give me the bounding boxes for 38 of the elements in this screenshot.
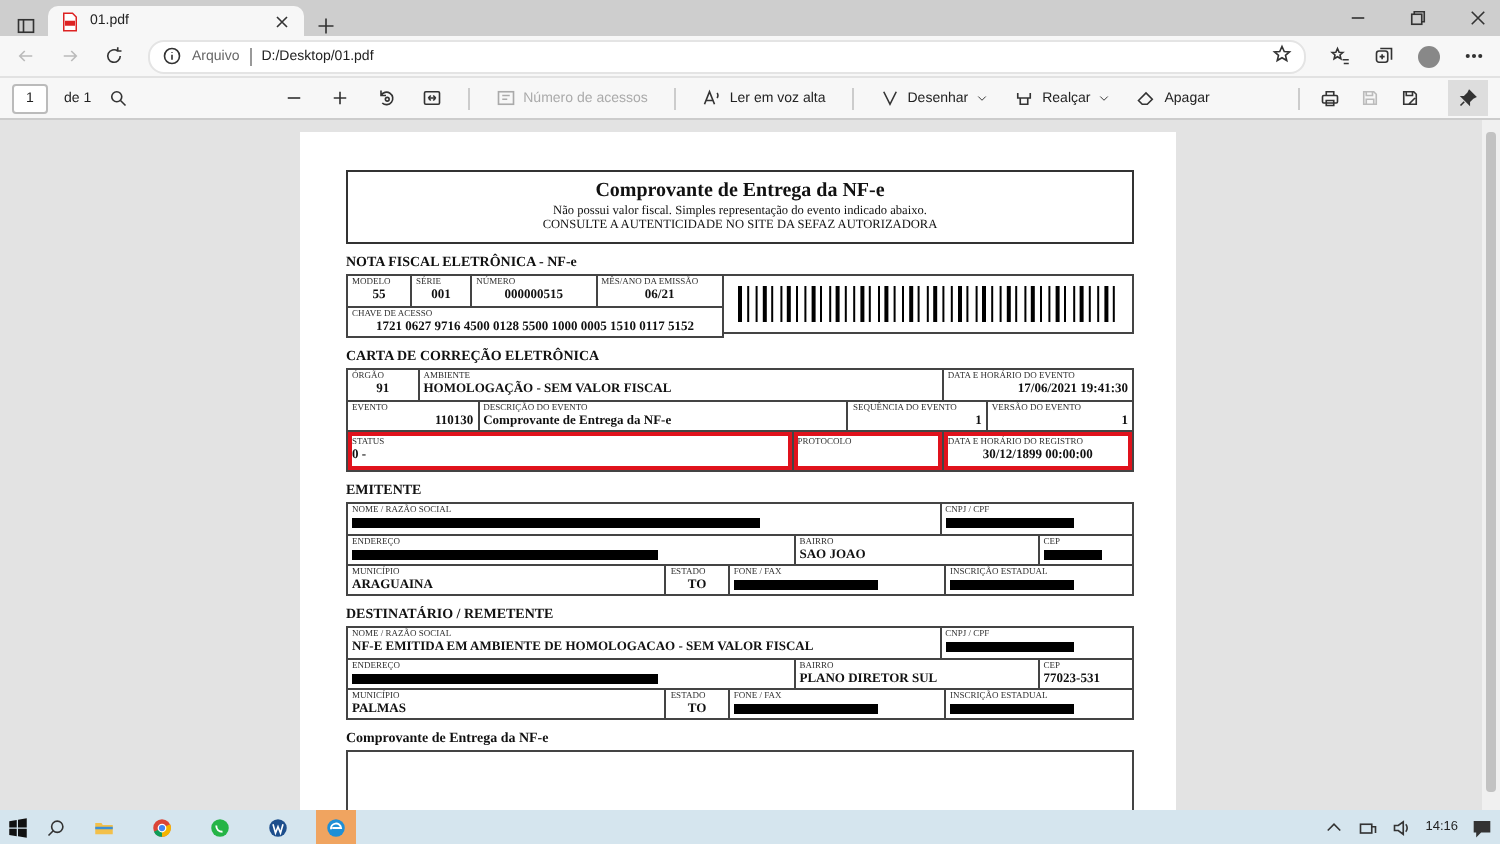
volume-icon[interactable] bbox=[1391, 817, 1412, 837]
tool-icon bbox=[701, 88, 722, 108]
pin-icon bbox=[1458, 88, 1478, 108]
profile-avatar[interactable] bbox=[1418, 45, 1440, 67]
start-icon[interactable] bbox=[8, 817, 28, 837]
app-icon[interactable] bbox=[268, 817, 288, 837]
favorite-star-icon[interactable] bbox=[1272, 44, 1292, 64]
search-icon[interactable] bbox=[107, 88, 128, 108]
fit-page-icon[interactable] bbox=[421, 88, 442, 108]
new-tab-icon[interactable] bbox=[316, 16, 336, 36]
network-icon[interactable] bbox=[1357, 817, 1378, 837]
browser-icon[interactable] bbox=[152, 817, 172, 837]
document-title: Comprovante de Entrega da NF-e bbox=[595, 180, 885, 204]
tool-icon bbox=[879, 88, 900, 108]
close-icon[interactable] bbox=[1468, 8, 1488, 28]
notifications-icon[interactable] bbox=[1472, 817, 1492, 837]
pdf-file-icon bbox=[60, 11, 80, 31]
collections-icon[interactable] bbox=[1374, 46, 1394, 66]
tab-actions-icon[interactable] bbox=[16, 16, 36, 36]
scrollbar[interactable] bbox=[1482, 120, 1500, 810]
caret-icon bbox=[976, 92, 989, 104]
info-icon bbox=[162, 46, 182, 66]
tool-icon bbox=[1136, 88, 1157, 108]
save-as-icon[interactable] bbox=[1400, 88, 1420, 108]
browser-icon[interactable] bbox=[326, 817, 346, 837]
tool-icon bbox=[495, 88, 516, 108]
restore-icon[interactable] bbox=[1408, 8, 1428, 28]
folder-icon[interactable] bbox=[94, 817, 114, 837]
print-icon[interactable] bbox=[1320, 88, 1340, 108]
caret-icon bbox=[1098, 92, 1111, 104]
zoom-in-icon[interactable] bbox=[329, 88, 350, 108]
tool-icon bbox=[1014, 88, 1035, 108]
close-icon[interactable] bbox=[272, 11, 292, 31]
favorites-icon[interactable] bbox=[1330, 46, 1350, 66]
refresh-icon[interactable] bbox=[104, 46, 124, 66]
search-icon[interactable] bbox=[46, 817, 66, 837]
rotate-icon[interactable] bbox=[375, 88, 396, 108]
pin-button[interactable] bbox=[1448, 80, 1488, 116]
